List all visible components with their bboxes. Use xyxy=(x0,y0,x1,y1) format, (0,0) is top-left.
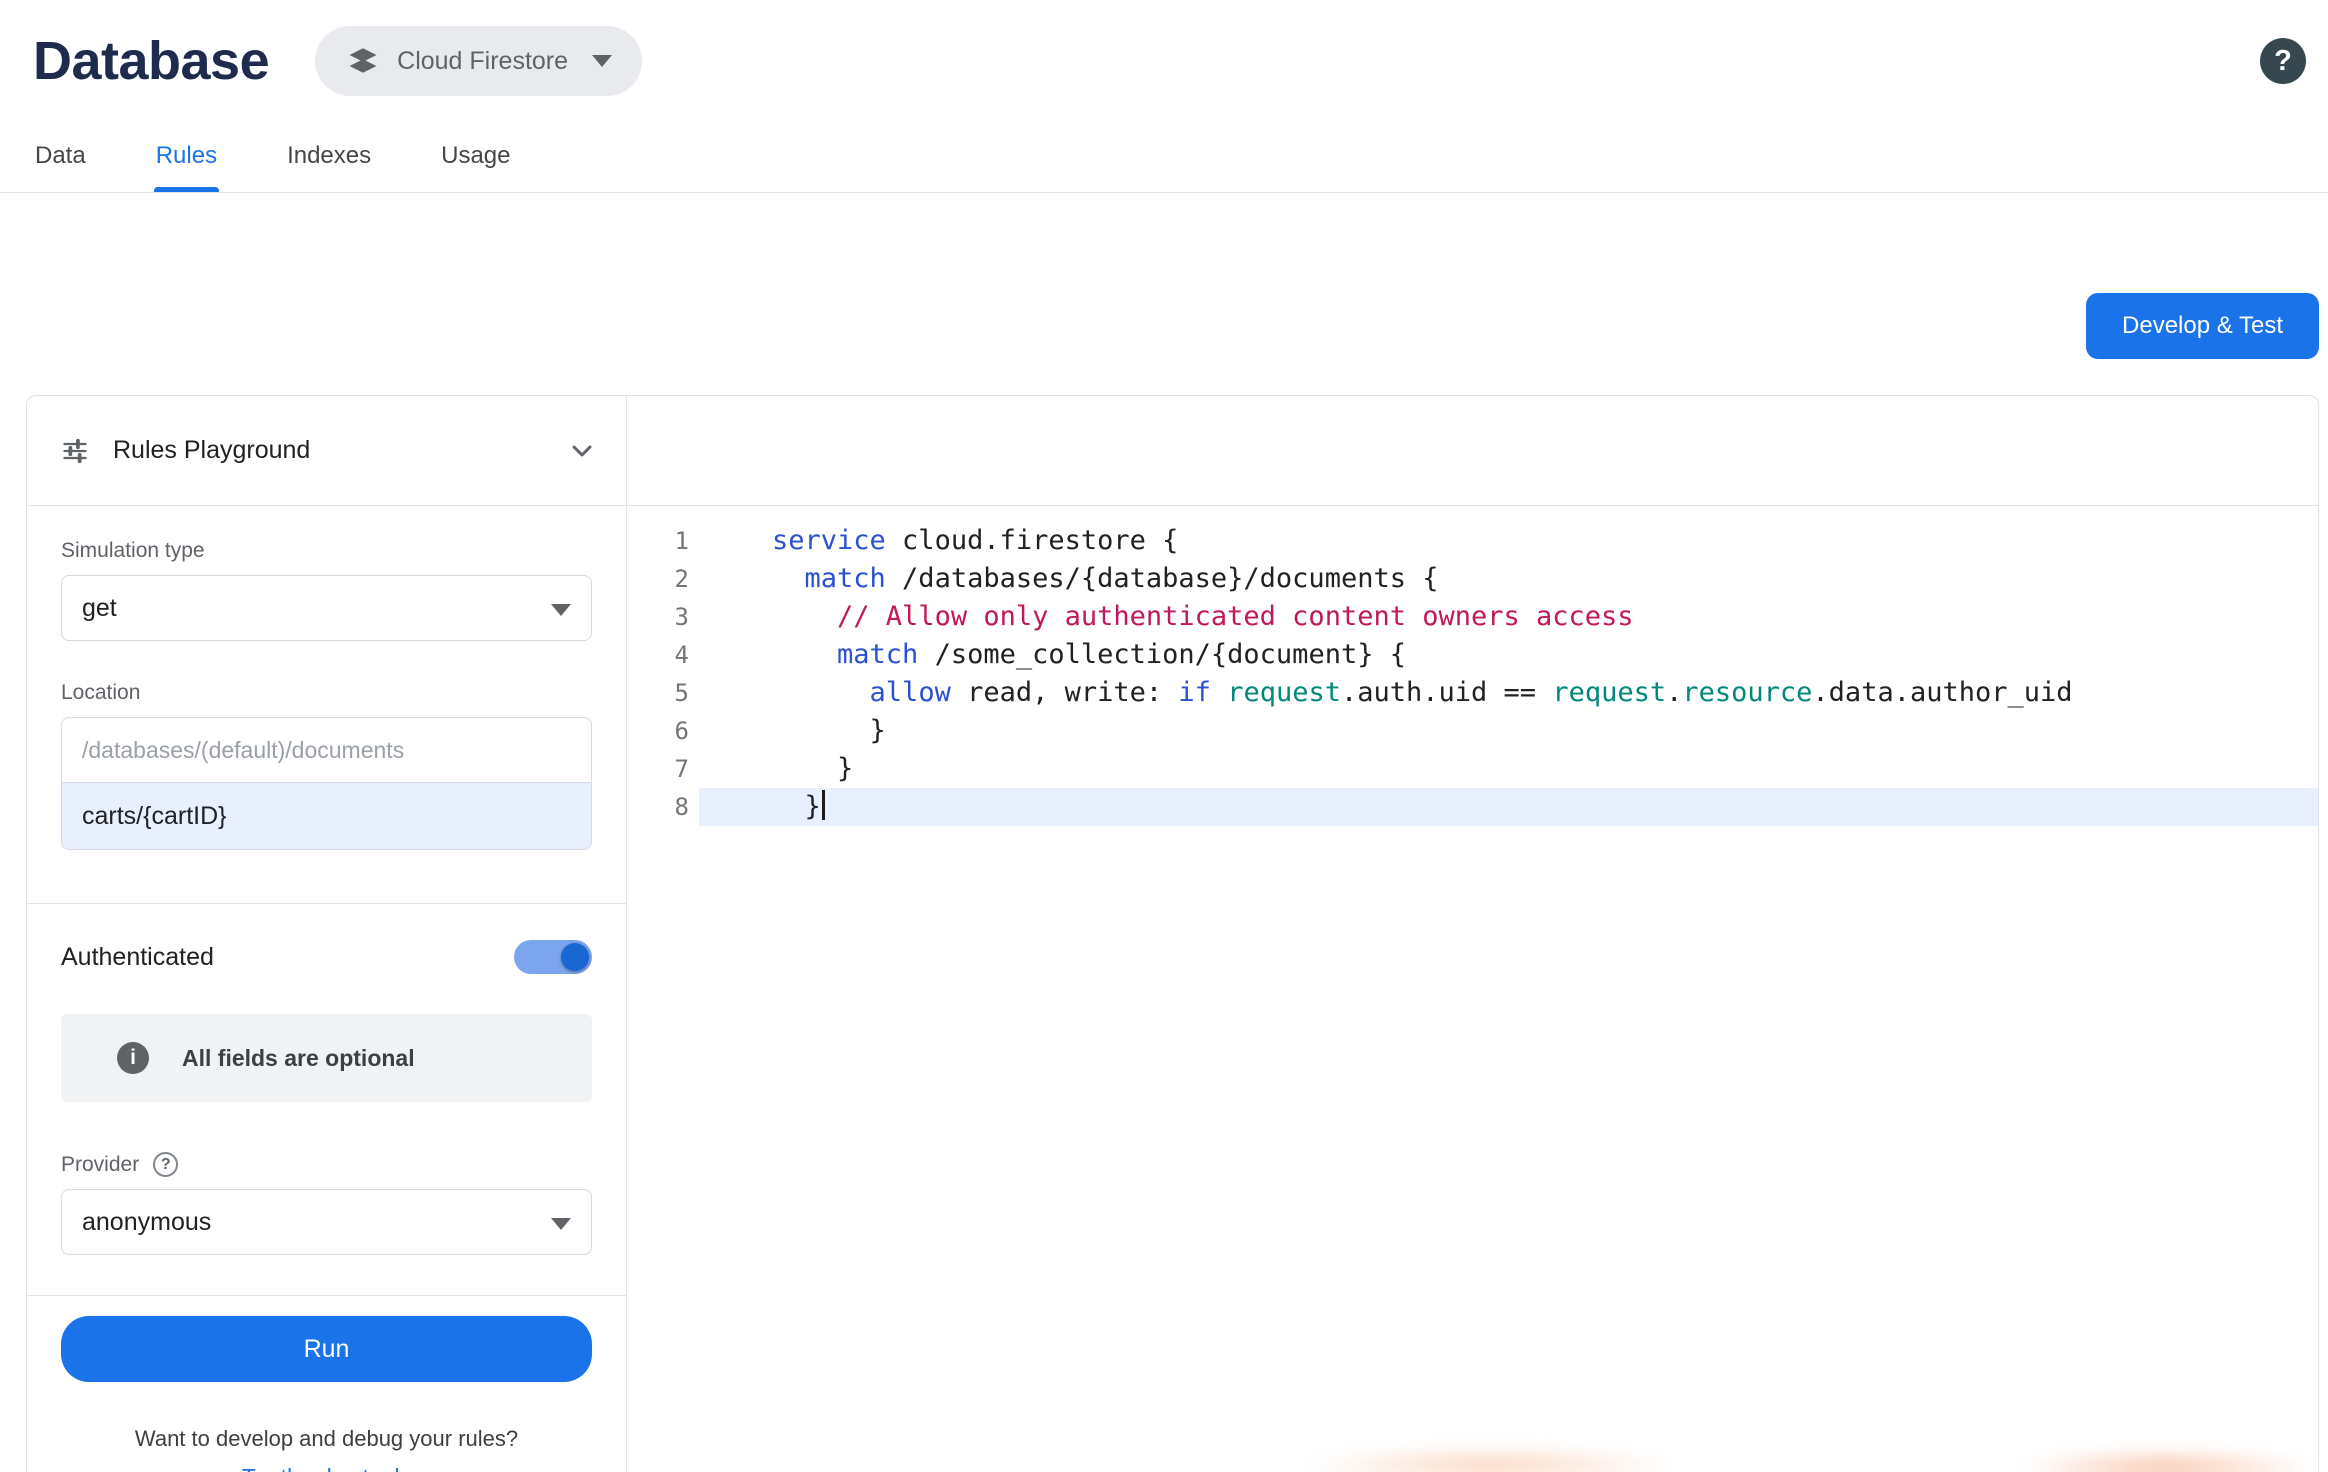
firestore-icon xyxy=(345,43,381,79)
line-number: 6 xyxy=(627,712,699,750)
code-line[interactable]: 4 match /some_collection/{document} { xyxy=(627,636,2318,674)
location-label: Location xyxy=(61,681,592,705)
line-code: match /some_collection/{document} { xyxy=(699,636,2318,674)
line-code: } xyxy=(699,788,2318,826)
tune-icon xyxy=(61,437,89,465)
simulation-type-select[interactable]: get xyxy=(61,575,592,641)
line-code: allow read, write: if request.auth.uid =… xyxy=(699,674,2318,712)
line-number: 1 xyxy=(627,522,699,560)
tab-data[interactable]: Data xyxy=(33,122,88,192)
provider-select[interactable]: anonymous xyxy=(61,1189,592,1255)
database-selector-chip[interactable]: Cloud Firestore xyxy=(315,26,642,96)
rules-playground-title: Rules Playground xyxy=(113,436,310,465)
provider-label: Provider xyxy=(61,1153,139,1177)
authenticated-label: Authenticated xyxy=(61,943,214,972)
code-line[interactable]: 8 } xyxy=(627,788,2318,826)
chevron-down-icon xyxy=(592,55,612,67)
collapse-chevron-icon[interactable] xyxy=(566,435,598,467)
divider xyxy=(27,1295,626,1296)
line-code: } xyxy=(699,750,2318,788)
tab-indexes[interactable]: Indexes xyxy=(285,122,373,192)
line-code: match /databases/{database}/documents { xyxy=(699,560,2318,598)
action-row: Develop & Test xyxy=(0,193,2328,359)
text-cursor xyxy=(822,790,825,820)
code-line[interactable]: 7 } xyxy=(627,750,2318,788)
line-number: 3 xyxy=(627,598,699,636)
code-line[interactable]: 5 allow read, write: if request.auth.uid… xyxy=(627,674,2318,712)
tab-rules[interactable]: Rules xyxy=(154,122,219,192)
line-code: // Allow only authenticated content owne… xyxy=(699,598,2318,636)
provider-row: Provider ? xyxy=(61,1152,592,1177)
code-line[interactable]: 1service cloud.firestore { xyxy=(627,522,2318,560)
authenticated-toggle[interactable] xyxy=(514,940,592,974)
app-header: Database Cloud Firestore ? xyxy=(0,0,2328,96)
line-number: 4 xyxy=(627,636,699,674)
location-prefix-input[interactable]: /databases/(default)/documents xyxy=(61,717,592,783)
line-number: 7 xyxy=(627,750,699,788)
line-number: 5 xyxy=(627,674,699,712)
code-line[interactable]: 6 } xyxy=(627,712,2318,750)
location-path-input[interactable]: carts/{cartID} xyxy=(61,782,592,850)
run-button[interactable]: Run xyxy=(61,1316,592,1382)
info-banner-text: All fields are optional xyxy=(182,1045,415,1072)
divider xyxy=(27,903,626,904)
info-banner: i All fields are optional xyxy=(61,1014,592,1102)
toggle-knob xyxy=(561,943,589,971)
editor-header xyxy=(627,396,2318,506)
info-icon: i xyxy=(117,1042,149,1074)
code-line[interactable]: 3 // Allow only authenticated content ow… xyxy=(627,598,2318,636)
simulation-type-value: get xyxy=(82,594,117,623)
page-title: Database xyxy=(33,30,269,92)
provider-value: anonymous xyxy=(82,1208,211,1237)
authenticated-row: Authenticated xyxy=(61,940,592,974)
line-number: 2 xyxy=(627,560,699,598)
dev-tools-link[interactable]: Try the dev tools xyxy=(242,1464,411,1472)
rules-panel: Rules Playground Simulation type get Loc… xyxy=(26,395,2319,1472)
rules-playground-header[interactable]: Rules Playground xyxy=(27,396,627,506)
dev-tools-prompt: Want to develop and debug your rules? xyxy=(61,1426,592,1452)
code-lines: 1service cloud.firestore {2 match /datab… xyxy=(627,522,2318,826)
database-selector-label: Cloud Firestore xyxy=(397,47,568,76)
rules-code-editor[interactable]: 1service cloud.firestore {2 match /datab… xyxy=(627,506,2318,1472)
simulation-type-label: Simulation type xyxy=(61,539,592,563)
code-line[interactable]: 2 match /databases/{database}/documents … xyxy=(627,560,2318,598)
rules-playground-body: Simulation type get Location /databases/… xyxy=(27,506,627,1472)
provider-help-icon[interactable]: ? xyxy=(153,1152,178,1177)
line-code: service cloud.firestore { xyxy=(699,522,2318,560)
tab-usage[interactable]: Usage xyxy=(439,122,512,192)
line-number: 8 xyxy=(627,788,699,826)
help-button[interactable]: ? xyxy=(2260,38,2306,84)
tabs: Data Rules Indexes Usage xyxy=(0,122,2328,193)
line-code: } xyxy=(699,712,2318,750)
develop-test-button[interactable]: Develop & Test xyxy=(2086,293,2319,359)
